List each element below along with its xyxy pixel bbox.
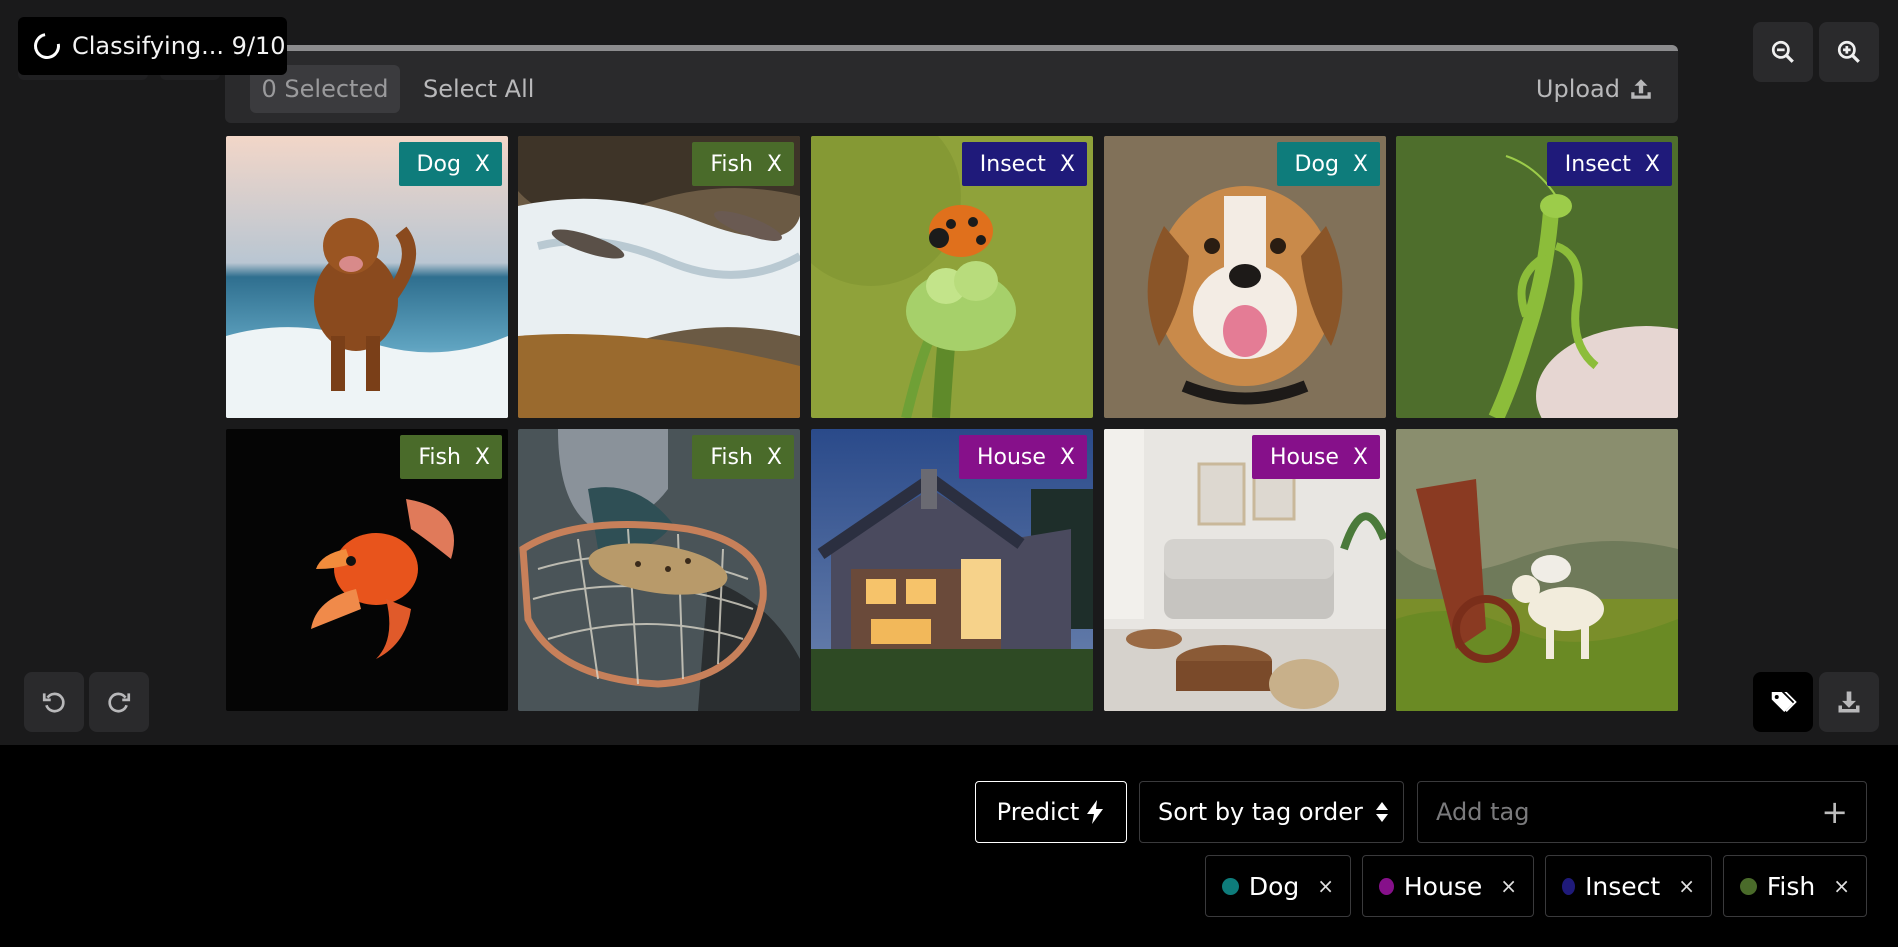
lightning-icon [1087, 800, 1104, 824]
status-text: Classifying... 9/10 [72, 32, 286, 60]
upload-icon [1631, 79, 1651, 99]
download-button[interactable] [1819, 672, 1879, 732]
image-tile[interactable]: Dog X [1104, 136, 1386, 418]
tag-chip-house[interactable]: House × [1362, 855, 1534, 917]
remove-tag-button[interactable]: X [767, 445, 782, 470]
redo-icon [108, 692, 131, 713]
remove-tag-button[interactable]: X [1645, 152, 1660, 177]
upload-button[interactable]: Upload [1536, 65, 1654, 113]
tag-chip-dog[interactable]: Dog × [1205, 855, 1351, 917]
image-tile[interactable]: Dog X [226, 136, 508, 418]
zoom-in-icon [1837, 40, 1860, 63]
chip-label: Insect [1585, 871, 1661, 901]
tag-label: House [976, 444, 1046, 470]
spinner-icon [28, 27, 66, 65]
tag-label: Dog [416, 151, 461, 177]
tag-badge: Fish X [692, 435, 794, 479]
remove-chip-button[interactable]: × [1833, 874, 1850, 898]
classifying-status: Classifying... 9/10 [18, 17, 287, 75]
workspace: Classifying... 9/10 0 Selected Select Al… [0, 0, 1898, 745]
predict-button[interactable]: Predict [975, 781, 1127, 843]
sort-arrows-icon [1375, 802, 1388, 822]
color-dot [1379, 877, 1394, 895]
tag-label: Insect [979, 151, 1046, 177]
image-tile[interactable] [1396, 429, 1678, 711]
add-tag-button[interactable]: + [1821, 796, 1848, 828]
tag-chip-fish[interactable]: Fish × [1723, 855, 1867, 917]
remove-chip-button[interactable]: × [1317, 874, 1334, 898]
tag-badge: Dog X [1276, 142, 1380, 186]
remove-tag-button[interactable]: X [1060, 152, 1075, 177]
sort-label: Sort by tag order [1158, 798, 1363, 826]
predict-label: Predict [996, 798, 1080, 826]
chip-label: Dog [1248, 871, 1300, 901]
selection-toolbar: 0 Selected Select All Upload [225, 45, 1678, 123]
zoom-in-button[interactable] [1819, 22, 1879, 82]
image-tile[interactable]: House X [1104, 429, 1386, 711]
zoom-out-icon [1771, 40, 1794, 63]
farm-animals-image [1396, 429, 1678, 711]
tag-chip-insect[interactable]: Insect × [1545, 855, 1712, 917]
tag-label: House [1269, 444, 1339, 470]
tag-badge: Insect X [961, 142, 1087, 186]
remove-tag-button[interactable]: X [475, 152, 490, 177]
redo-button[interactable] [89, 672, 149, 732]
remove-tag-button[interactable]: X [1353, 445, 1368, 470]
tag-badge: Dog X [398, 142, 502, 186]
image-tile[interactable]: Fish X [518, 429, 800, 711]
tag-label: Fish [710, 444, 753, 470]
tag-label: Fish [418, 444, 461, 470]
undo-button[interactable] [24, 672, 84, 732]
image-tile[interactable]: House X [811, 429, 1093, 711]
add-tag-field: + [1417, 781, 1867, 843]
remove-tag-button[interactable]: X [767, 152, 782, 177]
sort-select[interactable]: Sort by tag order [1139, 781, 1404, 843]
chip-label: Fish [1766, 871, 1816, 901]
undo-icon [42, 692, 65, 713]
tag-label: Dog [1294, 151, 1339, 177]
image-tile[interactable]: Insect X [811, 136, 1093, 418]
tag-badge: Insect X [1546, 142, 1672, 186]
remove-tag-button[interactable]: X [475, 445, 490, 470]
remove-tag-button[interactable]: X [1353, 152, 1368, 177]
tag-label: Fish [710, 151, 753, 177]
download-icon [1838, 691, 1860, 713]
tag-badge: Fish X [692, 142, 794, 186]
remove-chip-button[interactable]: × [1500, 874, 1517, 898]
chip-label: House [1403, 871, 1483, 901]
remove-tag-button[interactable]: X [1060, 445, 1075, 470]
color-dot [1740, 877, 1757, 895]
select-all-button[interactable]: Select All [423, 65, 534, 113]
add-tag-input[interactable] [1436, 798, 1822, 826]
color-dot [1562, 877, 1576, 895]
remove-chip-button[interactable]: × [1678, 874, 1695, 898]
image-tile[interactable]: Fish X [226, 429, 508, 711]
zoom-out-button[interactable] [1753, 22, 1813, 82]
color-dot [1222, 877, 1239, 895]
tag-badge: House X [958, 435, 1087, 479]
tags-icon [1771, 692, 1797, 712]
tags-button[interactable] [1753, 672, 1813, 732]
tag-label: Insect [1564, 151, 1631, 177]
upload-label: Upload [1535, 75, 1620, 103]
image-tile[interactable]: Fish X [518, 136, 800, 418]
tag-badge: Fish X [400, 435, 502, 479]
tag-badge: House X [1251, 435, 1380, 479]
image-tile[interactable]: Insect X [1396, 136, 1678, 418]
